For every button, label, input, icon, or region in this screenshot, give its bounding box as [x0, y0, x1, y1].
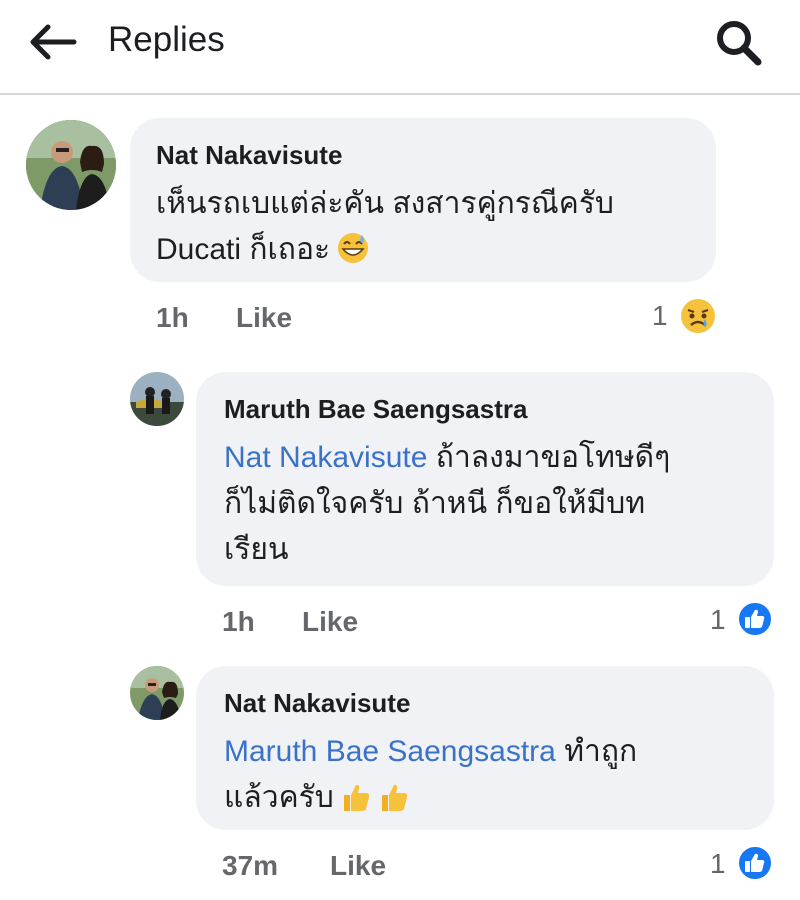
comment-author[interactable]: Nat Nakavisute: [156, 140, 690, 171]
comment-author[interactable]: Maruth Bae Saengsastra: [224, 394, 746, 425]
top-bar: Replies: [0, 0, 800, 95]
comment-text: Nat Nakavisute ถ้าลงมาขอโทษดีๆ ก็ไม่ติดใ…: [224, 441, 671, 566]
like-reaction-icon[interactable]: [736, 844, 774, 882]
like-button[interactable]: Like: [302, 606, 358, 638]
thumbs-up-emoji-icon: [343, 784, 370, 811]
comment-timestamp: 1h: [156, 302, 189, 333]
comment-text: เห็นรถเบแต่ล่ะคัน สงสารคู่กรณีครับ Ducat…: [156, 187, 614, 266]
like-button[interactable]: Like: [236, 302, 292, 334]
thumbs-up-emoji-icon: [381, 784, 408, 811]
comment-timestamp: 37m: [222, 850, 279, 881]
comment-text: Maruth Bae Saengsastra ทำถูก แล้วครับ: [224, 735, 638, 814]
reaction-count[interactable]: 1: [710, 604, 726, 636]
comment-author[interactable]: Nat Nakavisute: [224, 688, 746, 719]
avatar[interactable]: [130, 666, 184, 720]
page-title: Replies: [108, 20, 225, 59]
comment-bubble: Nat Nakavisute เห็นรถเบแต่ล่ะคัน สงสารคู…: [130, 118, 716, 282]
sad-reaction-icon[interactable]: [679, 297, 717, 335]
reaction-count[interactable]: 1: [652, 300, 668, 332]
grinning-sweat-emoji-icon: [338, 233, 369, 263]
back-arrow-icon[interactable]: [28, 22, 78, 62]
avatar[interactable]: [130, 372, 184, 426]
avatar[interactable]: [26, 120, 116, 210]
reaction-count[interactable]: 1: [710, 848, 726, 880]
like-button[interactable]: Like: [330, 850, 386, 882]
comment-bubble: Maruth Bae Saengsastra Nat Nakavisute ถ้…: [196, 372, 774, 586]
like-reaction-icon[interactable]: [736, 600, 774, 638]
mention-link[interactable]: Nat Nakavisute: [224, 441, 427, 474]
search-icon[interactable]: [712, 16, 764, 68]
comment-timestamp: 1h: [222, 606, 255, 637]
comment-bubble: Nat Nakavisute Maruth Bae Saengsastra ทำ…: [196, 666, 774, 830]
mention-link[interactable]: Maruth Bae Saengsastra: [224, 735, 556, 768]
